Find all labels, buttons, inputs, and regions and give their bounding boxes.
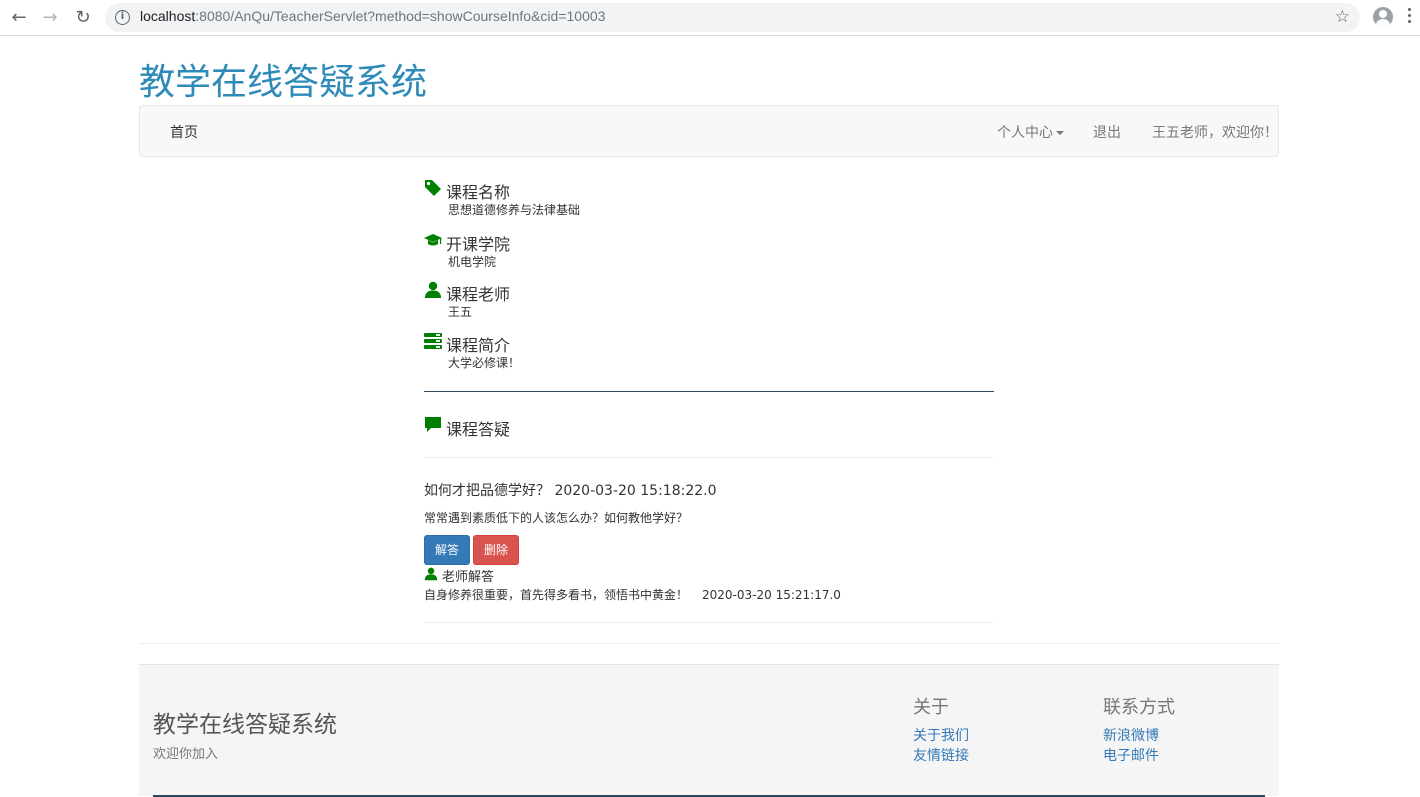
footer-weibo-link[interactable]: 新浪微博 (1103, 725, 1159, 745)
course-teacher-value: 王五 (448, 305, 473, 319)
teacher-answer-label: 老师解答 (442, 570, 495, 585)
caret-down-icon (1056, 131, 1064, 135)
section-divider (424, 391, 994, 392)
info-icon[interactable]: i (115, 10, 130, 25)
nav-personal-center-label: 个人中心 (997, 125, 1053, 141)
user-icon (425, 281, 441, 298)
footer-friend-links-link[interactable]: 友情链接 (913, 745, 969, 765)
answer-button[interactable]: 解答 (424, 535, 470, 565)
tag-icon (425, 180, 441, 196)
qa-section-title: 课程答疑 (446, 420, 511, 439)
forward-arrow-icon[interactable]: → (38, 6, 62, 30)
footer-about-us-link[interactable]: 关于我们 (913, 725, 969, 745)
question-title: 如何才把品德学好？ 2020-03-20 15:18:22.0 (424, 483, 717, 499)
answer-time: 2020-03-20 15:21:17.0 (702, 588, 841, 602)
course-intro-label: 课程简介 (446, 336, 511, 355)
profile-avatar-icon[interactable] (1373, 7, 1393, 27)
navbar: 首页 个人中心 退出 王五老师，欢迎你！ (139, 105, 1279, 157)
url-host: localhost (140, 8, 196, 24)
question-body: 常常遇到素质低下的人该怎么办？如何教他学好？ (424, 511, 689, 525)
nav-home-link[interactable]: 首页 (170, 122, 198, 142)
footer-email-link[interactable]: 电子邮件 (1103, 745, 1159, 765)
teacher-answer: 自身修养很重要，首先得多看书，领悟书中黄金！ 2020-03-20 15:21:1… (424, 586, 841, 603)
footer-contact-heading: 联系方式 (1103, 697, 1175, 718)
footer-title: 教学在线答疑系统 (153, 712, 337, 738)
address-bar[interactable]: i localhost:8080/AnQu/TeacherServlet?met… (105, 3, 1360, 32)
footer-divider (139, 643, 1279, 644)
course-intro-value: 大学必修课！ (448, 356, 521, 370)
course-college-value: 机电学院 (448, 255, 497, 269)
back-arrow-icon[interactable]: ← (7, 6, 31, 30)
footer-about-heading: 关于 (913, 697, 949, 718)
graduation-cap-icon (424, 234, 442, 246)
tasks-icon (424, 333, 442, 349)
bookmark-star-icon[interactable]: ☆ (1335, 7, 1350, 27)
course-name-label: 课程名称 (446, 183, 511, 202)
nav-welcome-text[interactable]: 王五老师，欢迎你！ (1152, 122, 1278, 142)
reload-icon[interactable]: ↻ (71, 6, 95, 30)
answer-text: 自身修养很重要，首先得多看书，领悟书中黄金！ (424, 588, 689, 602)
site-title: 教学在线答疑系统 (139, 62, 428, 103)
answer-divider (424, 622, 994, 623)
nav-personal-center-dropdown[interactable]: 个人中心 (997, 122, 1064, 142)
qa-divider (424, 457, 994, 458)
url-path: :8080/AnQu/TeacherServlet?method=showCou… (195, 8, 606, 24)
footer-subtitle: 欢迎你加入 (153, 747, 219, 762)
course-teacher-label: 课程老师 (446, 285, 511, 304)
course-name-value: 思想道德修养与法律基础 (448, 203, 581, 217)
delete-button[interactable]: 删除 (473, 535, 519, 565)
course-college-label: 开课学院 (446, 235, 511, 254)
url-text[interactable]: localhost:8080/AnQu/TeacherServlet?metho… (140, 8, 605, 24)
teacher-user-icon (424, 567, 438, 581)
nav-logout-link[interactable]: 退出 (1093, 122, 1121, 142)
comment-icon (425, 417, 441, 432)
browser-toolbar: ← → ↻ i localhost:8080/AnQu/TeacherServl… (0, 0, 1420, 36)
footer: 教学在线答疑系统 欢迎你加入 关于 关于我们 友情链接 联系方式 新浪微博 电子… (139, 664, 1279, 797)
browser-menu-icon[interactable] (1408, 8, 1412, 28)
